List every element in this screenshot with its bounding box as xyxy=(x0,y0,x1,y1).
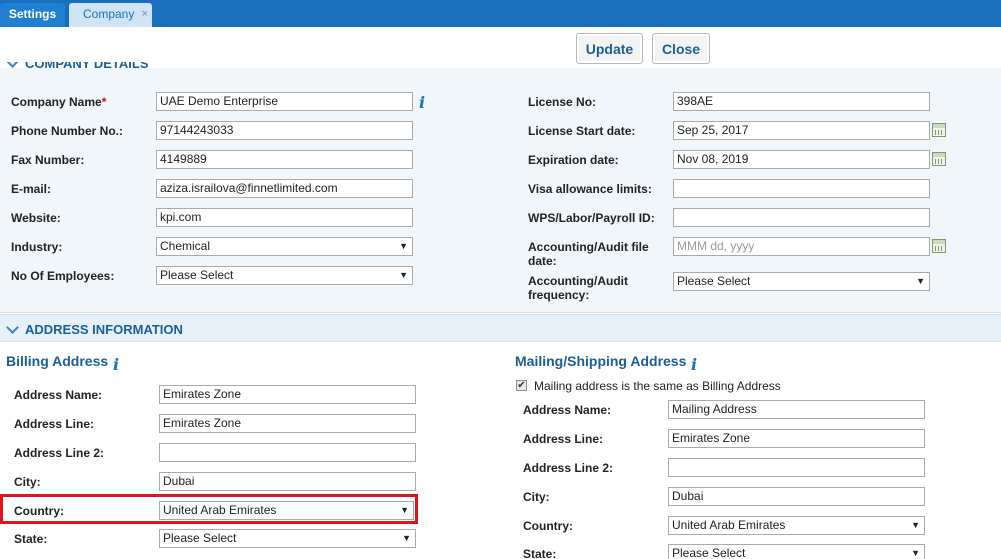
mailing-country-value: United Arab Emirates xyxy=(672,518,786,532)
dropdown-arrow-icon: ▼ xyxy=(402,533,411,543)
wps-input[interactable] xyxy=(673,208,930,227)
email-label: E-mail: xyxy=(11,182,52,196)
dropdown-arrow-icon: ▼ xyxy=(399,241,408,251)
mailing-address-name-label: Address Name: xyxy=(523,403,612,417)
fax-label: Fax Number: xyxy=(11,153,85,167)
info-icon[interactable]: i xyxy=(691,357,701,373)
phone-input[interactable]: 97144243033 xyxy=(156,121,413,140)
close-button[interactable]: Close xyxy=(652,33,710,64)
visa-input[interactable] xyxy=(673,179,930,198)
dropdown-arrow-icon: ▼ xyxy=(916,276,925,286)
website-label: Website: xyxy=(11,211,61,225)
license-no-label: License No: xyxy=(528,95,597,109)
billing-address-line2-label: Address Line 2: xyxy=(14,446,105,460)
billing-address-title: Billing Address xyxy=(6,353,109,369)
mailing-city-input[interactable]: Dubai xyxy=(668,487,925,506)
expiration-label: Expiration date: xyxy=(528,153,619,167)
phone-label: Phone Number No.: xyxy=(11,124,124,138)
close-tab-icon[interactable]: × xyxy=(142,3,148,25)
audit-date-label: Accounting/Audit file date: xyxy=(528,240,649,268)
industry-value: Chemical xyxy=(160,239,211,253)
billing-address-name-label: Address Name: xyxy=(14,388,103,402)
mailing-address-line2-label: Address Line 2: xyxy=(523,461,614,475)
mailing-address-name-input[interactable]: Mailing Address xyxy=(668,400,925,419)
employees-label: No Of Employees: xyxy=(11,269,115,283)
company-details-title: COMPANY DETAILS xyxy=(25,62,149,71)
address-information-title: ADDRESS INFORMATION xyxy=(25,322,183,337)
billing-state-value: Please Select xyxy=(163,531,237,545)
license-no-input[interactable]: 398AE xyxy=(673,92,930,111)
mailing-address-line2-input[interactable] xyxy=(668,458,925,477)
mailing-country-label: Country: xyxy=(523,519,573,533)
required-mark: * xyxy=(101,95,107,109)
mailing-city-label: City: xyxy=(523,490,550,504)
billing-address-line-label: Address Line: xyxy=(14,417,95,431)
company-name-input[interactable]: UAE Demo Enterprise xyxy=(156,92,413,111)
employees-value: Please Select xyxy=(160,268,234,282)
dropdown-arrow-icon: ▼ xyxy=(399,270,408,280)
mailing-state-value: Please Select xyxy=(672,546,746,559)
website-input[interactable]: kpi.com xyxy=(156,208,413,227)
mailing-address-line-label: Address Line: xyxy=(523,432,604,446)
license-start-input[interactable]: Sep 25, 2017 xyxy=(673,121,930,140)
mailing-address-line-input[interactable]: Emirates Zone xyxy=(668,429,925,448)
mailing-country-select[interactable]: United Arab Emirates ▼ xyxy=(668,516,925,535)
chevron-down-icon xyxy=(6,62,19,68)
same-as-billing-label: Mailing address is the same as Billing A… xyxy=(534,379,781,393)
tab-company-label: Company xyxy=(83,7,135,21)
same-as-billing-checkbox[interactable]: ✔ xyxy=(516,380,527,391)
expiration-input[interactable]: Nov 08, 2019 xyxy=(673,150,930,169)
country-highlight-box xyxy=(0,494,418,524)
license-start-label: License Start date: xyxy=(528,124,636,138)
industry-select[interactable]: Chemical ▼ xyxy=(156,237,413,256)
company-details-header[interactable]: COMPANY DETAILS xyxy=(0,62,1001,76)
company-name-label: Company Name* xyxy=(11,95,107,109)
billing-state-label: State: xyxy=(14,532,48,546)
billing-state-select[interactable]: Please Select ▼ xyxy=(159,529,416,548)
dropdown-arrow-icon: ▼ xyxy=(911,548,920,558)
calendar-icon[interactable] xyxy=(932,123,946,137)
tab-company[interactable]: Company × xyxy=(69,3,152,27)
fax-input[interactable]: 4149889 xyxy=(156,150,413,169)
audit-date-input[interactable]: MMM dd, yyyy xyxy=(673,237,930,256)
tab-settings[interactable]: Settings xyxy=(0,3,65,27)
billing-address-line-input[interactable]: Emirates Zone xyxy=(159,414,416,433)
update-button[interactable]: Update xyxy=(576,33,643,64)
audit-frequency-value: Please Select xyxy=(677,274,751,288)
visa-label: Visa allowance limits: xyxy=(528,182,652,196)
billing-address-line2-input[interactable] xyxy=(159,443,416,462)
billing-city-label: City: xyxy=(14,475,41,489)
calendar-icon[interactable] xyxy=(932,152,946,166)
address-information-header[interactable]: ADDRESS INFORMATION xyxy=(0,314,1001,342)
audit-frequency-label: Accounting/Audit frequency: xyxy=(528,274,628,302)
email-input[interactable]: aziza.israilova@finnetlimited.com xyxy=(156,179,413,198)
audit-frequency-select[interactable]: Please Select ▼ xyxy=(673,272,930,291)
mailing-state-select[interactable]: Please Select ▼ xyxy=(668,544,925,559)
tab-bar: Settings Company × xyxy=(0,0,1001,27)
mailing-address-title: Mailing/Shipping Address xyxy=(515,353,687,369)
billing-city-input[interactable]: Dubai xyxy=(159,472,416,491)
industry-label: Industry: xyxy=(11,240,63,254)
dropdown-arrow-icon: ▼ xyxy=(911,520,920,530)
chevron-down-icon xyxy=(6,321,19,334)
calendar-icon[interactable] xyxy=(932,239,946,253)
billing-address-name-input[interactable]: Emirates Zone xyxy=(159,385,416,404)
wps-label: WPS/Labor/Payroll ID: xyxy=(528,211,655,225)
info-icon[interactable]: i xyxy=(113,357,123,373)
employees-select[interactable]: Please Select ▼ xyxy=(156,266,413,285)
info-icon[interactable]: i xyxy=(419,95,429,111)
mailing-state-label: State: xyxy=(523,547,557,559)
